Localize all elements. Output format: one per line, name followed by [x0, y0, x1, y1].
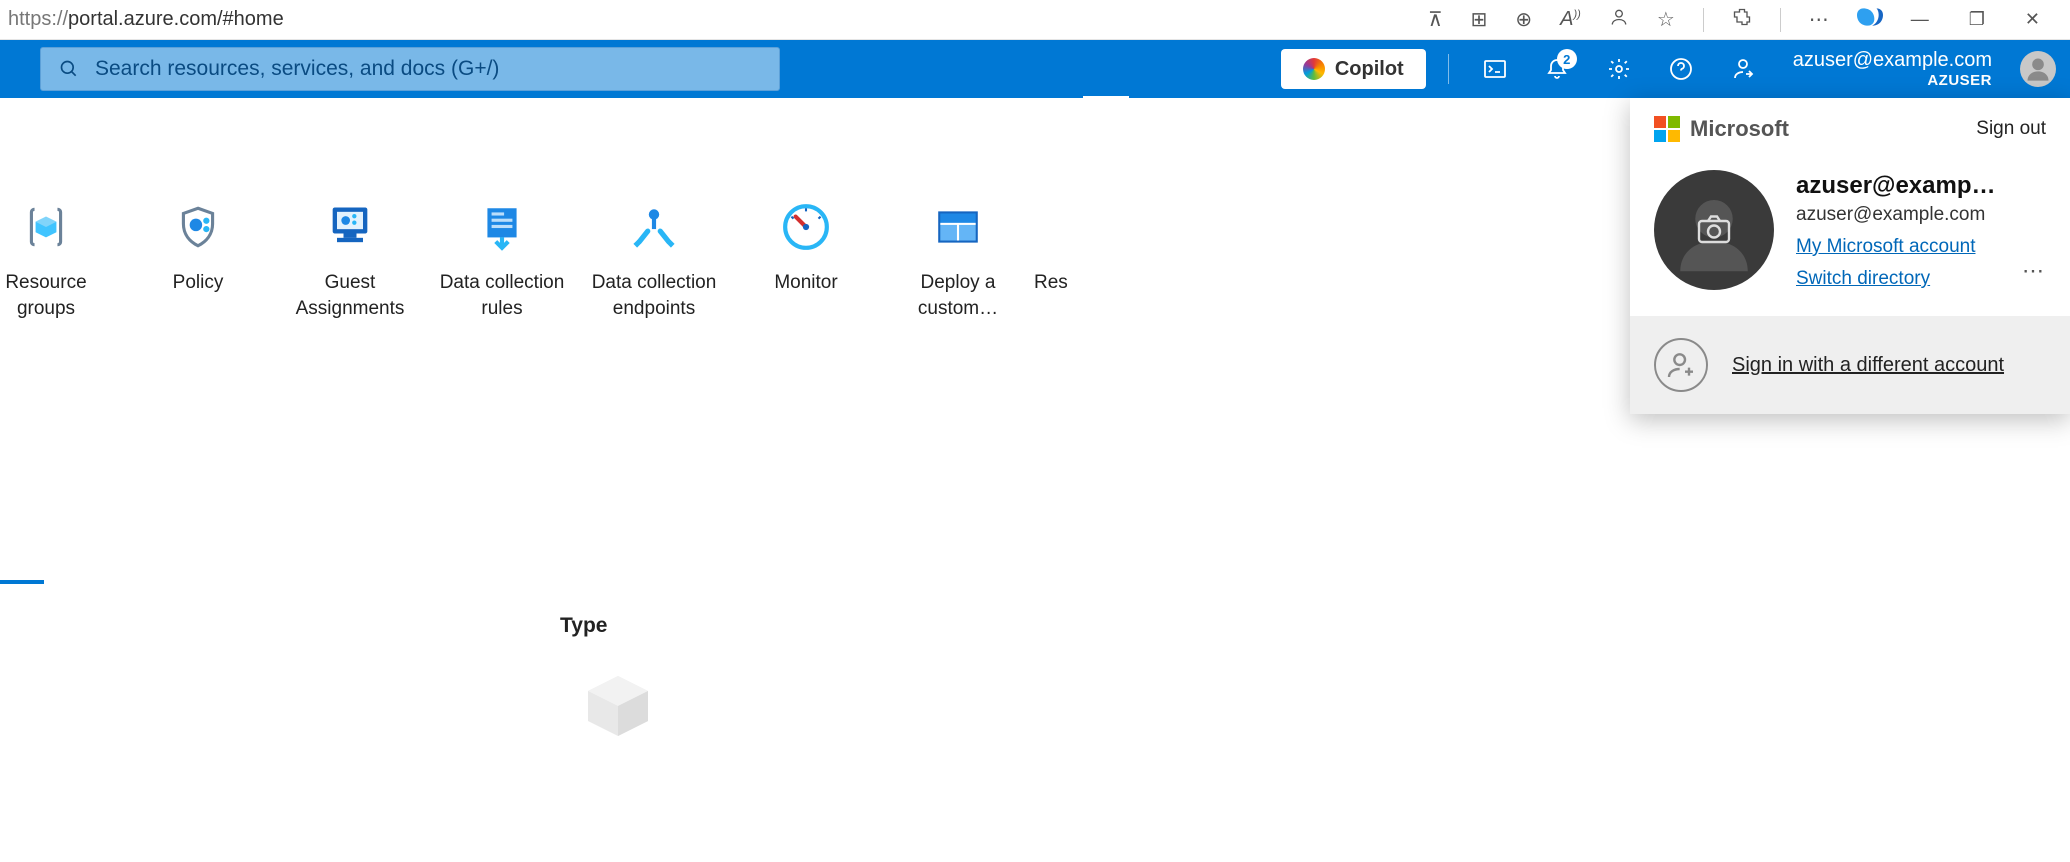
- sign-out-link[interactable]: Sign out: [1976, 118, 2046, 140]
- sign-in-different-account-link[interactable]: Sign in with a different account: [1732, 354, 2004, 377]
- help-icon[interactable]: [1657, 45, 1705, 93]
- copilot-label: Copilot: [1335, 58, 1404, 81]
- data-collection-rules-icon: [426, 196, 578, 258]
- service-policy[interactable]: Policy: [122, 196, 274, 321]
- separator: [1703, 8, 1704, 32]
- account-more-icon[interactable]: ⋯: [2022, 258, 2046, 290]
- more-menu-icon[interactable]: ⋯: [1809, 7, 1829, 32]
- separator: [1780, 8, 1781, 32]
- account-detail-email: azuser@example.com: [1796, 204, 2000, 226]
- favorite-star-icon[interactable]: ☆: [1657, 7, 1675, 32]
- feedback-icon[interactable]: [1719, 45, 1767, 93]
- notifications-icon[interactable]: 2: [1533, 45, 1581, 93]
- browser-toolbar-icons: ⊼ ⊞ ⊕ A)) ☆ ⋯ — ❐ ✕: [1428, 4, 2070, 36]
- account-menu[interactable]: azuser@example.com AZUSER: [1793, 48, 1992, 90]
- service-more[interactable]: Res: [1034, 196, 1104, 321]
- tab-active-indicator: [0, 580, 44, 584]
- apps-icon[interactable]: ⊞: [1471, 7, 1488, 32]
- microsoft-label: Microsoft: [1690, 116, 1789, 142]
- guest-assignments-icon: [274, 196, 426, 258]
- search-input[interactable]: [95, 57, 761, 81]
- cloud-shell-icon[interactable]: [1471, 45, 1519, 93]
- search-icon: [59, 59, 79, 79]
- data-collection-endpoints-icon: [578, 196, 730, 258]
- empty-state-cube-icon: [578, 666, 658, 751]
- global-search[interactable]: [40, 47, 780, 91]
- service-label: Deploy a custom…: [882, 270, 1034, 321]
- browser-chrome: https://portal.azure.com/#home ⊼ ⊞ ⊕ A))…: [0, 0, 2070, 40]
- copilot-icon: [1303, 58, 1325, 80]
- copilot-browser-icon[interactable]: [1857, 4, 1883, 36]
- add-account-icon: [1654, 338, 1708, 392]
- reserved-icon: [1034, 196, 1104, 258]
- account-avatar-large[interactable]: [1654, 170, 1774, 290]
- service-deploy-custom[interactable]: Deploy a custom…: [882, 196, 1034, 321]
- copilot-button[interactable]: Copilot: [1281, 49, 1426, 89]
- profile-icon[interactable]: [1609, 7, 1629, 33]
- address-bar[interactable]: https://portal.azure.com/#home: [0, 8, 920, 31]
- service-guest-assignments[interactable]: Guest Assignments: [274, 196, 426, 321]
- service-label: Guest Assignments: [274, 270, 426, 321]
- zoom-icon[interactable]: ⊕: [1515, 7, 1532, 32]
- account-email: azuser@example.com: [1793, 48, 1992, 72]
- azure-top-bar: Copilot 2 azuser@example.com AZUSER: [0, 40, 2070, 98]
- account-tenant: AZUSER: [1793, 72, 1992, 90]
- column-header-type[interactable]: Type: [560, 614, 607, 638]
- deploy-custom-icon: [882, 196, 1034, 258]
- separator: [1448, 54, 1449, 84]
- notifications-badge: 2: [1557, 49, 1577, 69]
- url-protocol: https://: [8, 8, 68, 30]
- window-close-icon[interactable]: ✕: [2025, 9, 2040, 30]
- service-label: Resource groups: [0, 270, 122, 321]
- service-resource-groups[interactable]: Resource groups: [0, 196, 122, 321]
- url-path: portal.azure.com/#home: [68, 8, 284, 30]
- monitor-icon: [730, 196, 882, 258]
- service-label: Monitor: [730, 270, 882, 296]
- window-restore-icon[interactable]: ❐: [1969, 9, 1985, 30]
- service-label: Res: [1034, 270, 1104, 296]
- window-minimize-icon[interactable]: —: [1911, 9, 1929, 30]
- switch-directory-link[interactable]: Switch directory: [1796, 268, 2000, 290]
- resource-groups-icon: [0, 196, 122, 258]
- service-label: Data collection endpoints: [578, 270, 730, 321]
- service-data-collection-rules[interactable]: Data collection rules: [426, 196, 578, 321]
- account-flyout: Microsoft Sign out azuser@example.c… azu…: [1630, 98, 2070, 414]
- service-label: Policy: [122, 270, 274, 296]
- settings-icon[interactable]: [1595, 45, 1643, 93]
- my-microsoft-account-link[interactable]: My Microsoft account: [1796, 236, 2000, 258]
- policy-icon: [122, 196, 274, 258]
- account-display-name: azuser@example.c…: [1796, 172, 2000, 200]
- service-data-collection-endpoints[interactable]: Data collection endpoints: [578, 196, 730, 321]
- account-avatar[interactable]: [2020, 51, 2056, 87]
- notifications-active-indicator: [1083, 96, 1129, 100]
- extensions-icon[interactable]: [1732, 7, 1752, 33]
- text-size-icon[interactable]: A)): [1560, 8, 1581, 31]
- microsoft-logo: Microsoft: [1654, 116, 1789, 142]
- service-monitor[interactable]: Monitor: [730, 196, 882, 321]
- read-aloud-off-icon[interactable]: ⊼: [1428, 7, 1443, 32]
- service-label: Data collection rules: [426, 270, 578, 321]
- camera-icon: [1696, 215, 1732, 245]
